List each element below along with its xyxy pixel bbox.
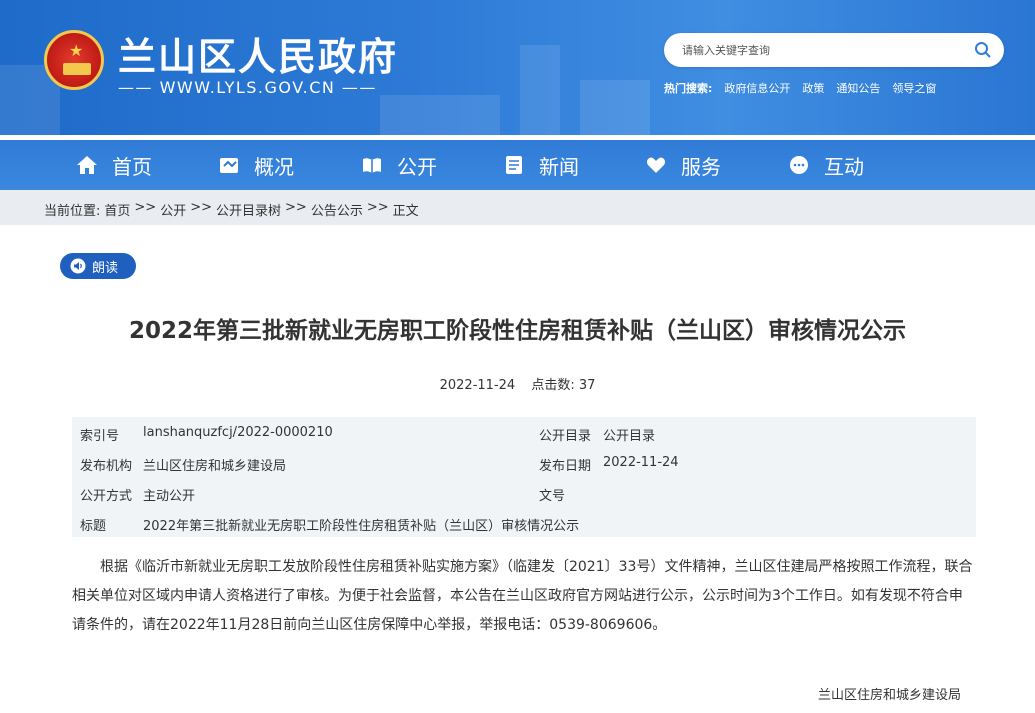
- subject-label: 标题: [80, 519, 107, 534]
- breadcrumb-item-current: 正文: [392, 204, 419, 219]
- catalog-value: 公开目录: [603, 429, 656, 444]
- site-title[interactable]: 兰山区人民政府: [118, 26, 398, 81]
- nav-label: 概况: [254, 154, 294, 179]
- speaker-icon: [70, 258, 86, 274]
- views-label: 点击数:: [531, 378, 575, 393]
- pubdate-label: 发布日期: [539, 459, 592, 474]
- nav-item-home[interactable]: 首页: [76, 140, 152, 190]
- nav-label: 互动: [824, 154, 864, 179]
- read-aloud-label: 朗读: [92, 260, 119, 276]
- heart-hand-icon: [647, 157, 665, 173]
- overview-icon: [220, 158, 238, 173]
- nav-label: 新闻: [539, 154, 579, 179]
- mode-value: 主动公开: [143, 489, 196, 504]
- info-table: 索引号 lanshanquzfcj/2022-0000210 公开目录 公开目录…: [72, 417, 976, 537]
- search-input[interactable]: [682, 41, 962, 59]
- building-silhouette: [380, 95, 500, 135]
- breadcrumb-separator: >>: [285, 200, 307, 215]
- nav-label: 公开: [397, 154, 437, 179]
- nav-item-news[interactable]: 新闻: [503, 140, 579, 190]
- mode-label: 公开方式: [80, 489, 133, 504]
- news-icon: [506, 156, 522, 174]
- article-body: 根据《临沂市新就业无房职工发放阶段性住房租赁补贴实施方案》（临建发〔2021〕3…: [72, 559, 973, 633]
- article-meta: 2022-11-24 点击数: 37: [0, 374, 1035, 393]
- main-nav: 首页 概况 公开 新闻 服务 互动: [0, 140, 1035, 190]
- docno-label: 文号: [539, 489, 566, 504]
- search-icon[interactable]: [974, 41, 992, 59]
- building-silhouette: [520, 45, 560, 135]
- info-row: 索引号 lanshanquzfcj/2022-0000210 公开目录 公开目录: [72, 417, 976, 447]
- breadcrumb-item-disclosure[interactable]: 公开: [160, 200, 186, 219]
- breadcrumb-separator: >>: [366, 200, 389, 215]
- hot-link-info-disclosure[interactable]: 政府信息公开: [724, 80, 790, 96]
- hot-link-notice[interactable]: 通知公告: [836, 80, 880, 96]
- hot-link-leaders[interactable]: 领导之窗: [892, 80, 936, 96]
- national-emblem-icon[interactable]: ★: [44, 30, 104, 90]
- nav-label: 服务: [681, 154, 721, 179]
- chat-icon: [790, 156, 808, 174]
- signature: 兰山区住房和城乡建设局: [818, 688, 962, 703]
- nav-label: 首页: [112, 154, 152, 179]
- info-row: 标题 2022年第三批新就业无房职工阶段性住房租赁补贴（兰山区）审核情况公示: [72, 507, 976, 537]
- breadcrumb-separator: >>: [134, 200, 157, 215]
- home-icon: [77, 156, 97, 174]
- index-label: 索引号: [80, 429, 120, 444]
- breadcrumb-bar: 当前位置: 首页 >> 公开 >> 公开目录树 >> 公告公示 >> 正文: [0, 190, 1035, 225]
- building-silhouette: [580, 80, 650, 135]
- nav-item-interaction[interactable]: 互动: [788, 140, 864, 190]
- breadcrumb-item-announcements[interactable]: 公告公示: [311, 200, 363, 219]
- site-header: ★ 兰山区人民政府 —— WWW.LYLS.GOV.CN —— 热门搜索: 政府…: [0, 0, 1035, 190]
- nav-item-service[interactable]: 服务: [645, 140, 721, 190]
- publish-date: 2022-11-24: [439, 378, 516, 393]
- publisher-value: 兰山区住房和城乡建设局: [143, 459, 287, 474]
- hot-link-policy[interactable]: 政策: [802, 80, 824, 96]
- breadcrumb-separator: >>: [190, 200, 213, 215]
- publisher-label: 发布机构: [80, 459, 133, 474]
- article-title: 2022年第三批新就业无房职工阶段性住房租赁补贴（兰山区）审核情况公示: [128, 318, 906, 344]
- breadcrumb: 当前位置: 首页 >> 公开 >> 公开目录树 >> 公告公示 >> 正文: [44, 200, 419, 219]
- breadcrumb-item-home[interactable]: 首页: [104, 200, 130, 219]
- views-value: 37: [578, 378, 596, 393]
- breadcrumb-prefix: 当前位置:: [44, 204, 101, 219]
- read-aloud-button[interactable]: 朗读: [60, 253, 136, 279]
- views-count: 点击数: 37: [531, 378, 595, 393]
- book-icon: [363, 158, 381, 173]
- site-url: —— WWW.LYLS.GOV.CN ——: [118, 78, 377, 97]
- info-row: 公开方式 主动公开 文号: [72, 477, 976, 507]
- info-row: 发布机构 兰山区住房和城乡建设局 发布日期 2022-11-24: [72, 447, 976, 477]
- hot-search-label: 热门搜索:: [664, 82, 713, 95]
- index-value: lanshanquzfcj/2022-0000210: [143, 425, 333, 440]
- search-box: [664, 33, 1004, 67]
- nav-item-overview[interactable]: 概况: [218, 140, 294, 190]
- subject-value: 2022年第三批新就业无房职工阶段性住房租赁补贴（兰山区）审核情况公示: [143, 519, 580, 534]
- hot-search: 热门搜索: 政府信息公开 政策 通知公告 领导之窗: [664, 80, 936, 96]
- pubdate-value: 2022-11-24: [603, 455, 679, 470]
- nav-item-disclosure[interactable]: 公开: [361, 140, 437, 190]
- catalog-label: 公开目录: [539, 429, 592, 444]
- breadcrumb-item-catalog-tree[interactable]: 公开目录树: [216, 200, 281, 219]
